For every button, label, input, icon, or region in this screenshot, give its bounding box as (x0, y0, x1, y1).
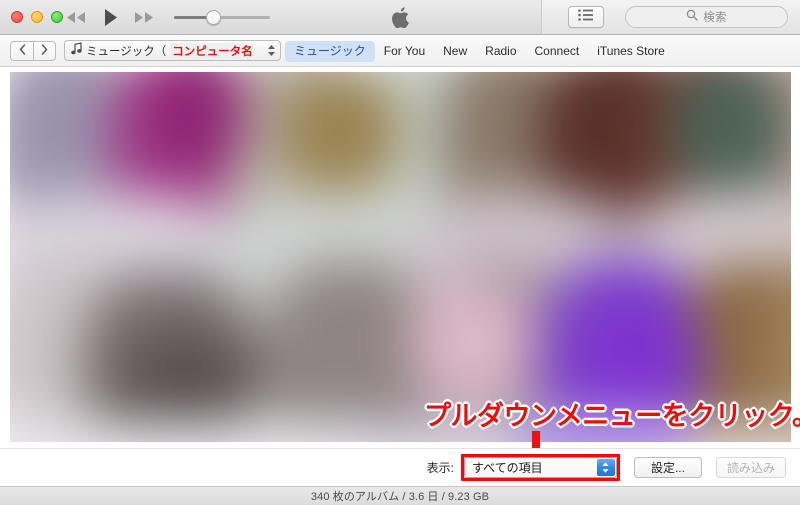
volume-fill (174, 16, 209, 19)
close-button[interactable] (11, 11, 23, 23)
library-popup-label: ミュージック（ (86, 45, 167, 58)
bottom-toolbar: 表示: すべての項目 設定... 読み込み (0, 448, 800, 486)
nav-arrow-group (10, 40, 56, 61)
media-type-tabs: ミュージック For You New Radio Connect iTunes … (285, 35, 674, 67)
tab-connect[interactable]: Connect (526, 41, 589, 62)
album-artwork-grid[interactable] (10, 72, 791, 442)
blurred-artwork (10, 72, 791, 442)
fast-forward-icon[interactable] (133, 7, 155, 27)
window-traffic-lights (0, 11, 63, 23)
up-down-stepper-icon (259, 44, 276, 57)
chevron-right-icon (41, 42, 48, 60)
tab-radio[interactable]: Radio (476, 41, 525, 62)
show-popup-menu[interactable]: すべての項目 (463, 457, 617, 478)
maximize-button[interactable] (51, 11, 63, 23)
search-placeholder: 検索 (703, 12, 727, 24)
rewind-icon[interactable] (65, 7, 87, 27)
down-arrow-annotation-icon (519, 431, 553, 448)
minimize-button[interactable] (31, 11, 43, 23)
search-input[interactable]: 検索 (625, 6, 788, 28)
import-button: 読み込み (715, 457, 786, 478)
title-bar: 検索 (0, 0, 800, 35)
status-bar: 340 枚のアルバム / 3.6 日 / 9.23 GB (0, 486, 800, 505)
list-view-icon (578, 8, 594, 26)
volume-knob[interactable] (205, 10, 221, 25)
annotation-text: プルダウンメニューをクリック。 (424, 401, 800, 431)
library-stats-text: 340 枚のアルバム / 3.6 日 / 9.23 GB (310, 491, 490, 503)
show-popup-value: すべての項目 (471, 461, 543, 475)
library-source-popup[interactable]: ミュージック（ コンピュータ名 (64, 40, 281, 61)
search-icon (686, 8, 698, 26)
volume-slider[interactable] (174, 7, 270, 27)
tab-for-you[interactable]: For You (375, 41, 434, 62)
chevron-left-icon (19, 42, 26, 60)
tab-itunes-store[interactable]: iTunes Store (588, 41, 674, 62)
music-note-icon (71, 41, 82, 60)
content-area: プルダウンメニューをクリック。 (0, 67, 800, 448)
forward-button[interactable] (33, 40, 56, 61)
tab-new[interactable]: New (434, 41, 476, 62)
show-popup-highlight: すべての項目 (460, 454, 620, 481)
itunes-window: 検索 ミュージック（ コンピュータ名 ミュージック For You New Ra… (0, 0, 800, 505)
show-label: 表示: (426, 461, 454, 475)
tab-music[interactable]: ミュージック (285, 40, 375, 62)
play-icon[interactable] (99, 7, 121, 27)
library-popup-computer-name: コンピュータ名 (170, 42, 255, 59)
list-view-button[interactable] (568, 6, 604, 28)
titlebar-divider (541, 0, 542, 34)
navigation-bar: ミュージック（ コンピュータ名 ミュージック For You New Radio… (0, 35, 800, 67)
up-down-stepper-icon[interactable] (596, 459, 615, 476)
transport-controls (65, 7, 155, 27)
back-button[interactable] (10, 40, 33, 61)
settings-button[interactable]: 設定... (633, 457, 702, 478)
